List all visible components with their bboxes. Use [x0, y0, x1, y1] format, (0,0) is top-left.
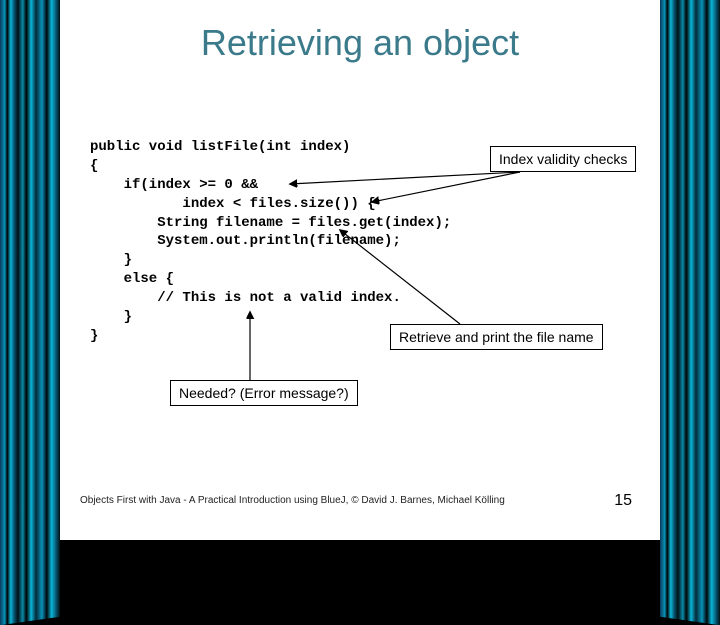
annotation-arrows: [60, 0, 660, 540]
background-right-feather: [660, 0, 720, 625]
page-number: 15: [614, 492, 632, 510]
footer-text: Objects First with Java - A Practical In…: [80, 495, 505, 506]
arrow-validity-1: [290, 172, 520, 184]
arrow-retrieve: [340, 230, 460, 324]
background-left-feather: [0, 0, 60, 625]
arrow-validity-2: [372, 172, 520, 202]
slide-content: Retrieving an object public void listFil…: [60, 0, 660, 540]
